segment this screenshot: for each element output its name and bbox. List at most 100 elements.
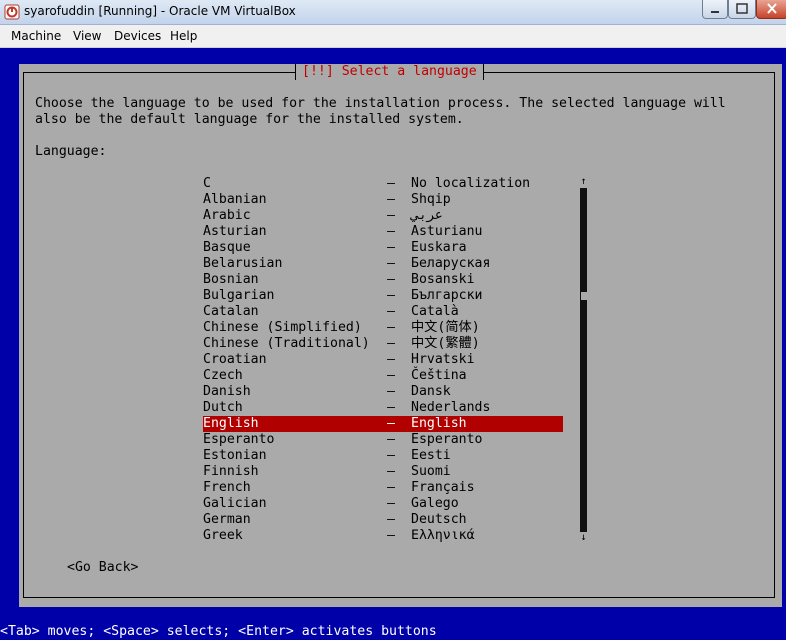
language-name: Albanian — [203, 192, 267, 207]
language-native-name: English — [411, 416, 467, 431]
language-separator: – — [387, 176, 395, 191]
language-separator: – — [387, 288, 395, 303]
language-option[interactable]: English – English — [203, 416, 563, 432]
language-list[interactable]: C – No localization Albanian – Shqip Arabic – عر… — [203, 176, 563, 544]
language-separator: – — [387, 400, 395, 415]
go-back-button[interactable]: <Go Back> — [67, 560, 138, 576]
dialog-intro-line-2: also be the default language for the ins… — [35, 112, 464, 127]
language-separator: – — [387, 352, 395, 367]
language-option[interactable]: Galician – Galego — [203, 496, 563, 512]
close-button[interactable] — [756, 0, 786, 19]
language-option[interactable]: French – Français — [203, 480, 563, 496]
language-native-name: Hrvatski — [411, 352, 475, 367]
minimize-icon — [711, 11, 719, 13]
language-option[interactable]: Arabic – عربي — [203, 208, 563, 224]
language-name: Basque — [203, 240, 251, 255]
language-native-name: 中文(繁體) — [411, 336, 480, 351]
language-option[interactable]: Belarusian – Беларуская — [203, 256, 563, 272]
language-option[interactable]: Basque – Euskara — [203, 240, 563, 256]
language-separator: – — [387, 432, 395, 447]
language-option[interactable]: Chinese (Simplified) – 中文(简体) — [203, 320, 563, 336]
virtualbox-icon — [4, 4, 20, 20]
language-option[interactable]: Estonian – Eesti — [203, 448, 563, 464]
language-separator: – — [387, 448, 395, 463]
language-native-name: Ελληνικά — [411, 528, 475, 543]
minimize-button[interactable] — [702, 0, 728, 19]
language-native-name: Euskara — [411, 240, 467, 255]
menu-help[interactable]: Help — [170, 29, 197, 43]
scroll-up-arrow-icon[interactable]: ↑ — [579, 176, 588, 188]
language-name: Galician — [203, 496, 267, 511]
language-separator: – — [387, 272, 395, 287]
language-option[interactable]: Albanian – Shqip — [203, 192, 563, 208]
language-option[interactable]: Greek – Ελληνικά — [203, 528, 563, 544]
language-separator: – — [387, 240, 395, 255]
language-name: Danish — [203, 384, 251, 399]
status-bar-help: <Tab> moves; <Space> selects; <Enter> ac… — [0, 624, 437, 639]
language-option[interactable]: Esperanto – Esperanto — [203, 432, 563, 448]
dialog-intro-line-1: Choose the language to be used for the i… — [35, 96, 726, 111]
language-separator: – — [387, 512, 395, 527]
language-name: Czech — [203, 368, 243, 383]
language-option[interactable]: Danish – Dansk — [203, 384, 563, 400]
language-option[interactable]: Bulgarian – Български — [203, 288, 563, 304]
language-name: Estonian — [203, 448, 267, 463]
language-native-name: Shqip — [411, 192, 451, 207]
language-option[interactable]: Asturian – Asturianu — [203, 224, 563, 240]
language-separator: – — [387, 208, 395, 223]
language-native-name: Čeština — [411, 368, 467, 383]
language-native-name: Български — [411, 288, 483, 303]
language-label: Language: — [35, 144, 107, 159]
scrollbar-thumb[interactable] — [581, 292, 588, 300]
language-name: Greek — [203, 528, 243, 543]
dialog-title: [!!] Select a language — [295, 64, 484, 80]
language-option[interactable]: C – No localization — [203, 176, 563, 192]
scroll-down-arrow-icon[interactable]: ↓ — [579, 532, 588, 544]
language-native-name: عربي — [411, 208, 443, 223]
maximize-button[interactable] — [728, 0, 756, 19]
language-native-name: Suomi — [411, 464, 451, 479]
language-option[interactable]: Bosnian – Bosanski — [203, 272, 563, 288]
language-native-name: Asturianu — [411, 224, 483, 239]
close-icon — [767, 3, 777, 14]
language-name: Esperanto — [203, 432, 275, 447]
language-option[interactable]: Czech – Čeština — [203, 368, 563, 384]
menu-devices[interactable]: Devices — [114, 29, 161, 43]
language-native-name: No localization — [411, 176, 531, 191]
language-native-name: Français — [411, 480, 475, 495]
language-option[interactable]: Finnish – Suomi — [203, 464, 563, 480]
language-separator: – — [387, 224, 395, 239]
language-separator: – — [387, 464, 395, 479]
language-separator: – — [387, 416, 395, 431]
language-name: French — [203, 480, 251, 495]
language-separator: – — [387, 320, 395, 335]
language-native-name: 中文(简体) — [411, 320, 480, 335]
language-name: Chinese (Traditional) — [203, 336, 370, 351]
language-option[interactable]: German – Deutsch — [203, 512, 563, 528]
menu-machine[interactable]: Machine — [11, 29, 61, 43]
scrollbar-track[interactable] — [580, 188, 588, 532]
language-separator: – — [387, 192, 395, 207]
language-native-name: Esperanto — [411, 432, 483, 447]
language-native-name: Беларуская — [411, 256, 491, 271]
language-name: Bulgarian — [203, 288, 275, 303]
language-option[interactable]: Dutch – Nederlands — [203, 400, 563, 416]
language-separator: – — [387, 368, 395, 383]
language-name: Belarusian — [203, 256, 283, 271]
window-title-bar[interactable]: syarofuddin [Running] - Oracle VM Virtua… — [0, 0, 786, 25]
language-separator: – — [387, 496, 395, 511]
language-separator: – — [387, 256, 395, 271]
language-option[interactable]: Croatian – Hrvatski — [203, 352, 563, 368]
language-option[interactable]: Catalan – Català — [203, 304, 563, 320]
language-name: Bosnian — [203, 272, 259, 287]
language-name: C — [203, 176, 211, 191]
vm-screen[interactable]: [!!] Select a language Choose the langua… — [0, 48, 786, 639]
language-name: Chinese (Simplified) — [203, 320, 362, 335]
language-option[interactable]: Chinese (Traditional) – 中文(繁體) — [203, 336, 563, 352]
language-list-scrollbar[interactable]: ↑ ↓ — [579, 176, 588, 544]
menu-view[interactable]: View — [73, 29, 101, 43]
language-native-name: Català — [411, 304, 459, 319]
language-name: English — [203, 416, 259, 431]
maximize-icon — [736, 3, 748, 14]
language-native-name: Nederlands — [411, 400, 491, 415]
